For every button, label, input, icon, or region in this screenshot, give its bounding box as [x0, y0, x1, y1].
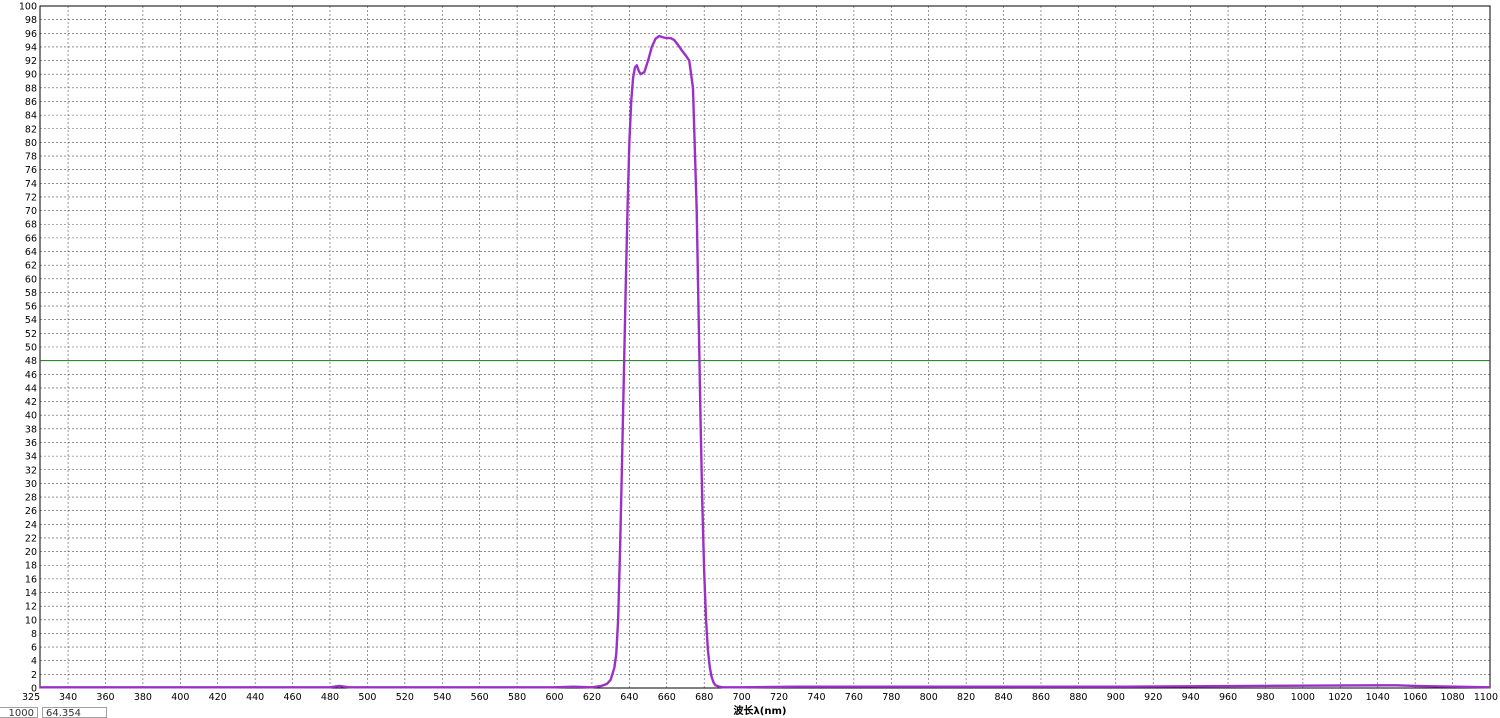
y-tick-label: 56: [25, 302, 37, 313]
x-tick-label: 780: [882, 692, 900, 703]
y-tick-label: 80: [25, 138, 37, 149]
y-tick-label: 92: [25, 56, 37, 67]
y-tick-label: 4: [31, 656, 37, 667]
x-axis-title: 波长λ(nm): [733, 704, 786, 717]
y-tick-label: 40: [25, 411, 37, 422]
y-tick-label: 84: [25, 111, 37, 122]
y-tick-label: 46: [25, 370, 37, 381]
x-tick-label: 680: [695, 692, 713, 703]
x-tick-label: 440: [246, 692, 264, 703]
y-tick-label: 36: [25, 438, 37, 449]
y-tick-label: 100: [19, 2, 37, 13]
y-tick-label: 16: [25, 574, 37, 585]
x-tick-label: 1080: [1440, 692, 1464, 703]
x-tick-label: 1100: [1474, 692, 1498, 703]
x-tick-label: 660: [658, 692, 676, 703]
x-tick-label: 920: [1144, 692, 1162, 703]
plot-background: [0, 0, 1500, 718]
y-tick-label: 34: [25, 452, 37, 463]
x-tick-label: 640: [620, 692, 638, 703]
x-tick-label: 600: [545, 692, 563, 703]
y-tick-label: 22: [25, 533, 37, 544]
x-tick-label: 460: [284, 692, 302, 703]
x-tick-label: 620: [583, 692, 601, 703]
y-tick-label: 18: [25, 561, 37, 572]
y-tick-label: 10: [25, 615, 37, 626]
x-tick-label: 500: [358, 692, 376, 703]
readout-left: 1000: [0, 707, 38, 718]
y-tick-label: 74: [25, 179, 37, 190]
y-tick-label: 90: [25, 70, 37, 81]
x-tick-label: 1000: [1291, 692, 1315, 703]
y-tick-label: 48: [25, 356, 37, 367]
y-tick-label: 32: [25, 465, 37, 476]
y-tick-label: 52: [25, 329, 37, 340]
y-tick-label: 12: [25, 602, 37, 613]
x-tick-label: 800: [920, 692, 938, 703]
y-tick-label: 96: [25, 29, 37, 40]
x-tick-label: 1020: [1328, 692, 1352, 703]
y-tick-label: 24: [25, 520, 37, 531]
x-tick-label: 1040: [1366, 692, 1390, 703]
x-tick-label: 720: [770, 692, 788, 703]
cursor-readout[interactable]: 64.354: [42, 707, 107, 718]
y-tick-label: 14: [25, 588, 37, 599]
y-tick-label: 72: [25, 192, 37, 203]
y-tick-label: 30: [25, 479, 37, 490]
x-tick-label: 540: [433, 692, 451, 703]
x-tick-label: 1060: [1403, 692, 1427, 703]
y-tick-label: 88: [25, 83, 37, 94]
y-tick-label: 28: [25, 493, 37, 504]
x-tick-label: 980: [1256, 692, 1274, 703]
x-tick-label: 740: [807, 692, 825, 703]
y-tick-label: 2: [31, 670, 37, 681]
x-tick-label: 580: [508, 692, 526, 703]
y-tick-label: 78: [25, 152, 37, 163]
y-tick-label: 86: [25, 97, 37, 108]
y-tick-label: 20: [25, 547, 37, 558]
x-tick-label: 480: [321, 692, 339, 703]
x-tick-label: 880: [1069, 692, 1087, 703]
y-tick-label: 94: [25, 42, 37, 53]
x-tick-label: 400: [171, 692, 189, 703]
y-tick-label: 70: [25, 206, 37, 217]
y-tick-label: 76: [25, 165, 37, 176]
x-tick-label: 420: [209, 692, 227, 703]
x-tick-label: 340: [59, 692, 77, 703]
y-tick-label: 26: [25, 506, 37, 517]
y-tick-label: 98: [25, 15, 37, 26]
y-tick-label: 66: [25, 233, 37, 244]
y-tick-label: 44: [25, 383, 37, 394]
y-tick-label: 50: [25, 343, 37, 354]
x-tick-label: 900: [1107, 692, 1125, 703]
x-tick-label: 840: [994, 692, 1012, 703]
y-tick-label: 54: [25, 315, 37, 326]
x-tick-label: 960: [1219, 692, 1237, 703]
x-tick-label: 325: [22, 692, 40, 703]
y-tick-label: 60: [25, 274, 37, 285]
x-tick-label: 360: [96, 692, 114, 703]
x-tick-label: 760: [845, 692, 863, 703]
y-tick-label: 38: [25, 424, 37, 435]
x-tick-label: 380: [134, 692, 152, 703]
x-tick-label: 520: [396, 692, 414, 703]
x-tick-label: 860: [1032, 692, 1050, 703]
y-tick-label: 8: [31, 629, 37, 640]
y-tick-label: 64: [25, 247, 37, 258]
x-tick-label: 940: [1182, 692, 1200, 703]
y-tick-label: 42: [25, 397, 37, 408]
y-tick-label: 58: [25, 288, 37, 299]
x-tick-label: 560: [471, 692, 489, 703]
spectrum-chart: 0246810121416182022242628303234363840424…: [0, 0, 1500, 718]
x-tick-label: 820: [957, 692, 975, 703]
y-tick-label: 6: [31, 643, 37, 654]
x-tick-label: 700: [733, 692, 751, 703]
y-tick-label: 68: [25, 220, 37, 231]
y-tick-label: 62: [25, 261, 37, 272]
y-tick-label: 82: [25, 124, 37, 135]
